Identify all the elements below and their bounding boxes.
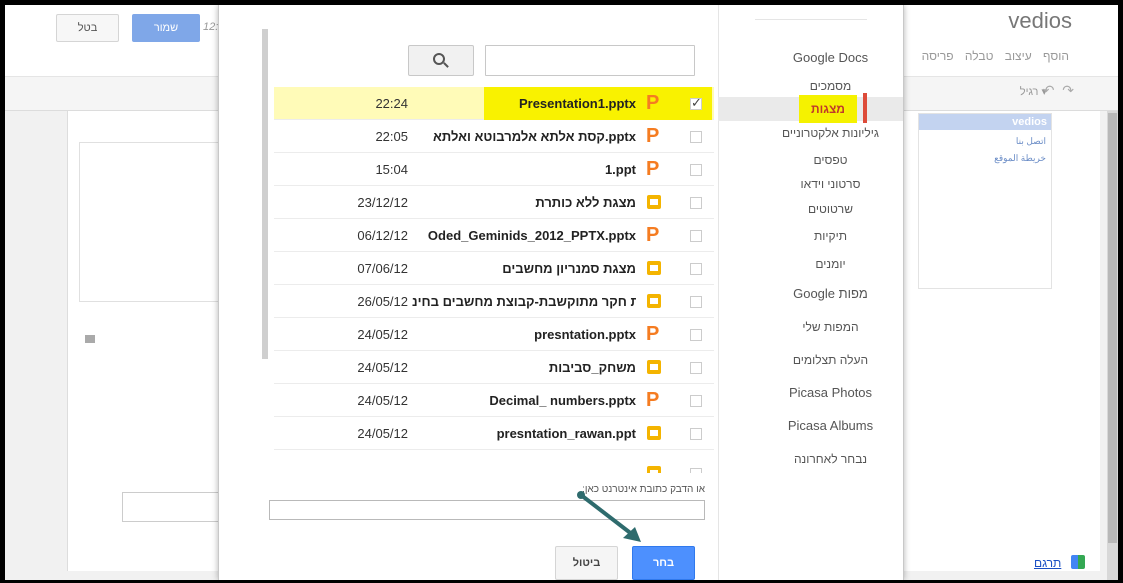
sidebar-link[interactable]: اتصل بنا <box>1016 136 1046 147</box>
nav-picasa-albums[interactable]: Picasa Albums <box>718 415 903 437</box>
divider <box>755 19 867 20</box>
file-row[interactable]: 24/05/12 משחק_סביבות <box>274 351 714 384</box>
insert-file-dialog: Google Docs מסמכים מצגות גיליונות אלקטרו… <box>218 5 904 580</box>
file-checkbox[interactable] <box>690 468 702 473</box>
menu-layout[interactable]: פריסה <box>922 49 954 63</box>
nav-presentations[interactable]: מצגות <box>801 97 855 121</box>
file-name: קסת אלתא אלמרבוטא ואלתא.pptx <box>433 129 636 144</box>
file-checkbox[interactable] <box>690 329 702 341</box>
file-name: Presentation1.pptx <box>518 96 636 111</box>
menu-insert[interactable]: הוסף <box>1043 49 1069 63</box>
file-row[interactable]: 22:24 Presentation1.pptx P <box>274 87 714 120</box>
file-name: בניית מטלת חקר מתוקשבת-קבוצת מחשבים בחינ… <box>412 294 636 309</box>
search-input[interactable] <box>485 45 695 76</box>
screen: בטל שמור 12:3 vedios הוסף עיצוב טבלה פרי… <box>5 5 1118 580</box>
file-row[interactable]: 22:05 קסת אלתא אלמרבוטא ואלתא.pptx P <box>274 120 714 153</box>
file-checkbox[interactable] <box>690 95 702 111</box>
powerpoint-icon: P <box>646 125 660 147</box>
annotation-arrow-icon <box>577 491 641 542</box>
file-row[interactable]: 06/12/12 Oded_Geminids_2012_PPTX.pptx P <box>274 219 714 252</box>
file-name: מצגת ללא כותרת <box>535 195 636 210</box>
list-scrollbar[interactable] <box>262 29 268 359</box>
selected-indicator <box>863 93 867 123</box>
file-row[interactable]: 26/05/12 בניית מטלת חקר מתוקשבת-קבוצת מח… <box>274 285 714 318</box>
translate-icon[interactable] <box>1071 555 1085 569</box>
powerpoint-icon: P <box>646 158 660 180</box>
file-name: presntation_rawan.ppt <box>496 426 636 441</box>
source-sidebar: Google Docs מסמכים מצגות גיליונות אלקטרו… <box>718 5 903 580</box>
nav-forms[interactable]: טפסים <box>718 149 903 171</box>
slides-icon <box>647 195 661 209</box>
file-name: משחק_סביבות <box>548 360 636 375</box>
cancel-button[interactable]: ביטול <box>555 546 618 580</box>
file-row-partial[interactable] <box>274 450 714 473</box>
powerpoint-icon: P <box>646 323 660 345</box>
slides-icon <box>647 466 661 473</box>
menu-format[interactable]: עיצוב <box>1005 49 1032 63</box>
site-name: vedios <box>1008 8 1072 33</box>
file-list: 22:24 Presentation1.pptx P 22:05 קסת אלת… <box>274 87 714 473</box>
file-checkbox[interactable] <box>690 164 702 176</box>
nav-my-maps[interactable]: המפות שלי <box>718 316 903 338</box>
nav-upload-photos[interactable]: העלה תצלומים <box>718 349 903 371</box>
slides-icon <box>647 261 661 275</box>
file-row[interactable]: 23/12/12 מצגת ללא כותרת <box>274 186 714 219</box>
search-button[interactable] <box>408 45 474 76</box>
select-button[interactable]: בחר <box>632 546 695 580</box>
menu-table[interactable]: טבלה <box>965 49 994 63</box>
file-checkbox[interactable] <box>690 428 702 440</box>
file-checkbox[interactable] <box>690 230 702 242</box>
file-checkbox[interactable] <box>690 296 702 308</box>
nav-google-docs[interactable]: Google Docs <box>718 47 903 69</box>
nav-picasa-photos[interactable]: Picasa Photos <box>718 382 903 404</box>
bg-save-button[interactable]: שמור <box>132 14 200 42</box>
file-checkbox[interactable] <box>690 263 702 275</box>
file-name: presntation.pptx <box>534 327 636 342</box>
file-row[interactable]: 24/05/12 presntation.pptx P <box>274 318 714 351</box>
file-name: Oded_Geminids_2012_PPTX.pptx <box>427 228 636 243</box>
file-name: 1.ppt <box>604 162 636 177</box>
nav-documents[interactable]: מסמכים <box>718 75 903 97</box>
sidebar-nav-header: vedios <box>919 114 1051 130</box>
editor-menu: הוסף עיצוב טבלה פריסה <box>914 49 1069 63</box>
file-checkbox[interactable] <box>690 362 702 374</box>
nav-videos[interactable]: סרטוני וידאו <box>718 173 903 195</box>
nav-google-maps[interactable]: מפות Google <box>718 283 903 305</box>
file-row[interactable]: 24/05/12 Decimal_ numbers.pptx P <box>274 384 714 417</box>
bg-cancel-button[interactable]: בטל <box>56 14 119 42</box>
file-row[interactable]: 15:04 1.ppt P <box>274 153 714 186</box>
slides-icon <box>647 294 661 308</box>
undo-redo-icon[interactable]: ↶ ↷ <box>1043 82 1074 99</box>
file-checkbox[interactable] <box>690 131 702 143</box>
translate-link[interactable]: תרגם <box>1034 556 1061 570</box>
powerpoint-icon: P <box>646 92 660 114</box>
file-row[interactable]: 24/05/12 presntation_rawan.ppt <box>274 417 714 450</box>
file-checkbox[interactable] <box>690 197 702 209</box>
file-checkbox[interactable] <box>690 395 702 407</box>
slides-icon <box>647 360 661 374</box>
file-name: Decimal_ numbers.pptx <box>489 393 636 408</box>
nav-calendars[interactable]: יומנים <box>718 253 903 275</box>
file-name: מצגת סמנריון מחשבים <box>502 261 636 276</box>
powerpoint-icon: P <box>646 224 660 246</box>
powerpoint-icon: P <box>646 389 660 411</box>
sidebar-link[interactable]: خريطة الموقع <box>994 153 1046 164</box>
nav-recently-selected[interactable]: נבחר לאחרונה <box>718 448 903 470</box>
style-label: רגיל <box>1019 86 1039 98</box>
slides-icon <box>647 426 661 440</box>
nav-folders[interactable]: תיקיות <box>718 225 903 247</box>
scrollbar-thumb[interactable] <box>1108 113 1117 543</box>
nav-drawings[interactable]: שרטוטים <box>718 198 903 220</box>
file-row[interactable]: 07/06/12 מצגת סמנריון מחשבים <box>274 252 714 285</box>
folder-icon <box>85 335 95 343</box>
nav-spreadsheets[interactable]: גיליונות אלקטרוניים <box>718 122 903 144</box>
file-date: 26/05/12 <box>357 294 408 309</box>
search-icon <box>433 53 445 65</box>
